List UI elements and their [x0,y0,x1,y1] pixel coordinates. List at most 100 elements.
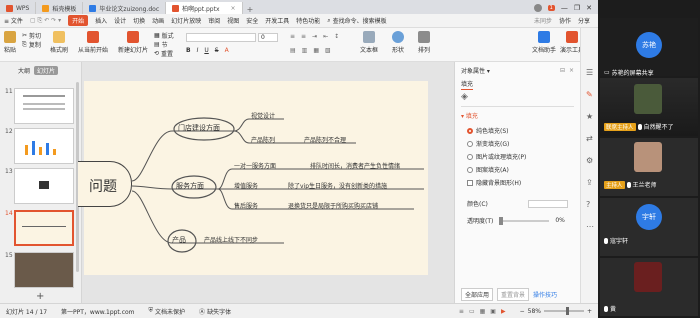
settings-icon[interactable]: ⚙ [586,156,593,165]
align-tools[interactable]: ▤ ▥ ▦ ▧ [290,47,331,54]
paragraph-tools[interactable]: ≡ ≡ ⇥ ⇤ ↕ [290,33,339,40]
layout-button[interactable]: ▦ 版式 [154,31,174,40]
fill-section-header[interactable]: ▾ 填充 [461,106,574,120]
new-slide-button[interactable]: 新建幻灯片 [118,31,148,54]
paste-button[interactable]: 粘贴 [4,31,16,54]
reset-background-button[interactable]: 重置背景 [497,288,530,301]
zoom-control[interactable]: −58% + [520,307,592,315]
slide-canvas[interactable]: 问题 门店建设方面 服务方面 产品 视觉设计 产品陈列 产品陈列不合理 一对一服… [78,81,428,275]
apply-all-button[interactable]: 全部应用 [461,288,494,301]
menu-features[interactable]: 特色功能 [296,16,320,25]
menu-home[interactable]: 开始 [68,15,89,26]
missing-fonts[interactable]: Ⓐ 缺失字体 [199,307,231,316]
slide-thumbnail-11[interactable] [14,88,74,124]
option-hide-bg[interactable]: 隐藏背景图形(H) [467,178,568,187]
tab-docer[interactable]: 稻壳模板 [36,2,84,14]
tab-fill[interactable]: 填充 [461,81,474,90]
radio-icon [467,153,473,160]
textbox-button[interactable]: 文本框 [360,31,378,54]
design-icon[interactable]: ✎ [586,90,593,99]
pane-title[interactable]: 对象属性 ▾ [461,66,490,75]
transparency-value[interactable]: 0% [555,217,565,224]
properties-icon[interactable]: ☰ [586,68,593,77]
option-solid-fill[interactable]: 纯色填充(S) [467,126,568,135]
slides-tab[interactable]: 幻灯片 [34,66,59,75]
cohost-badge: 联席主持人 [604,122,636,131]
doc-assistant-button[interactable]: 文档助手 [532,31,556,54]
cut-button[interactable]: ✂ 剪切 [22,31,41,40]
new-tab-button[interactable]: + [243,5,258,14]
pin-icon[interactable]: ⊟ [560,67,565,74]
host-badge: 主持人 [604,180,625,189]
menu-developer[interactable]: 开发工具 [265,16,289,25]
underline-button[interactable]: U [204,47,208,54]
reset-button[interactable]: ⟲ 重置 [154,49,173,58]
menu-transition[interactable]: 切换 [133,16,145,25]
font-name-select[interactable] [186,33,256,42]
font-icon: Ⓐ [199,308,206,316]
sync-status[interactable]: 未同步 [534,16,552,25]
leaf-label: 产品线上线下不同步 [204,237,259,244]
close-pane-icon[interactable]: × [569,67,574,74]
arrange-button[interactable]: 排列 [418,31,430,54]
animation-icon[interactable]: ★ [586,112,593,121]
menu-design[interactable]: 设计 [114,16,126,25]
menu-security[interactable]: 安全 [246,16,258,25]
zoom-out-icon[interactable]: − [520,308,525,315]
menu-review[interactable]: 审阅 [208,16,220,25]
font-color-button[interactable]: A [225,47,229,54]
outline-tab[interactable]: 大纲 [18,66,30,75]
slide-thumbnail-12[interactable] [14,128,74,164]
close-window-icon[interactable]: ✕ [586,4,592,12]
participant-tile[interactable]: 宇轩 寇宇轩 [600,198,698,256]
menu-bar: ≡ 文件 ▢ ⎘ ↶ ↷ ▾ 开始 插入 设计 切换 动画 幻灯片放映 审阅 视… [0,14,598,28]
menu-file[interactable]: ≡ 文件 [4,16,23,25]
slide-thumbnail-13[interactable] [14,168,74,204]
bold-button[interactable]: B [186,47,191,54]
zoom-slider[interactable] [543,307,584,315]
help-icon[interactable]: ? [586,200,590,209]
play-from-current-button[interactable]: 从当前开始 [78,31,108,54]
menu-animation[interactable]: 动画 [152,16,164,25]
close-tab-icon[interactable]: × [231,5,236,12]
strikethrough-button[interactable]: S [215,47,219,54]
search-box[interactable]: ⌕ 查找命令、搜索模板 [327,16,386,26]
tab-ppt[interactable]: 柏啊ppt.pptx × [166,2,243,14]
tab-doc[interactable]: 毕业论文zuizong.doc [83,2,167,14]
option-pattern-fill[interactable]: 图案填充(A) [467,165,568,174]
collab-button[interactable]: 协作 [559,16,571,25]
tab-wps[interactable]: WPS [0,2,37,14]
participant-tile[interactable]: 苏艳 ▭ 苏艳的屏幕共享 [600,18,698,77]
user-avatar[interactable] [533,4,542,12]
participant-tile[interactable]: 联席主持人 自然醒不了 [600,78,698,136]
more-icon[interactable]: ⋯ [586,222,594,231]
option-gradient-fill[interactable]: 渐变填充(G) [467,139,568,148]
doc-protection[interactable]: ⛨ 文档未保护 [149,307,186,316]
transition-icon[interactable]: ⇄ [586,134,593,143]
slide-thumbnail-14[interactable] [14,210,74,246]
view-buttons[interactable]: ≡ ▭ ▦ ▣ ▶ [459,308,506,315]
maximize-icon[interactable]: ❐ [574,4,580,12]
share-button[interactable]: 分享 [578,16,590,25]
slide-thumbnail-15[interactable] [14,252,74,288]
option-picture-fill[interactable]: 图片或纹理填充(P) [467,152,568,161]
color-picker[interactable] [528,199,568,208]
menu-view[interactable]: 视图 [227,16,239,25]
share-icon[interactable]: ⇪ [586,178,593,187]
participant-tile[interactable]: 黄 [600,258,698,316]
transparency-slider[interactable] [499,216,550,225]
italic-button[interactable]: I [197,47,199,54]
copy-button[interactable]: ⎘ 复制 [22,40,41,50]
font-size-select[interactable]: 0 [258,33,278,42]
shape-button[interactable]: 形状 [392,31,404,54]
tips-link[interactable]: 操作技巧 [533,290,557,299]
section-button[interactable]: ▤ 节 [154,40,168,49]
minimize-icon[interactable]: — [561,4,568,12]
add-slide-button[interactable]: + [36,291,44,302]
format-painter-button[interactable]: 格式刷 [50,31,68,54]
menu-slideshow[interactable]: 幻灯片放映 [171,16,201,25]
quick-access-icons[interactable]: ▢ ⎘ ↶ ↷ ▾ [30,17,61,25]
zoom-in-icon[interactable]: + [587,308,592,315]
menu-insert[interactable]: 插入 [95,16,107,25]
participant-tile[interactable]: 主持人 王兰老师 [600,138,698,196]
